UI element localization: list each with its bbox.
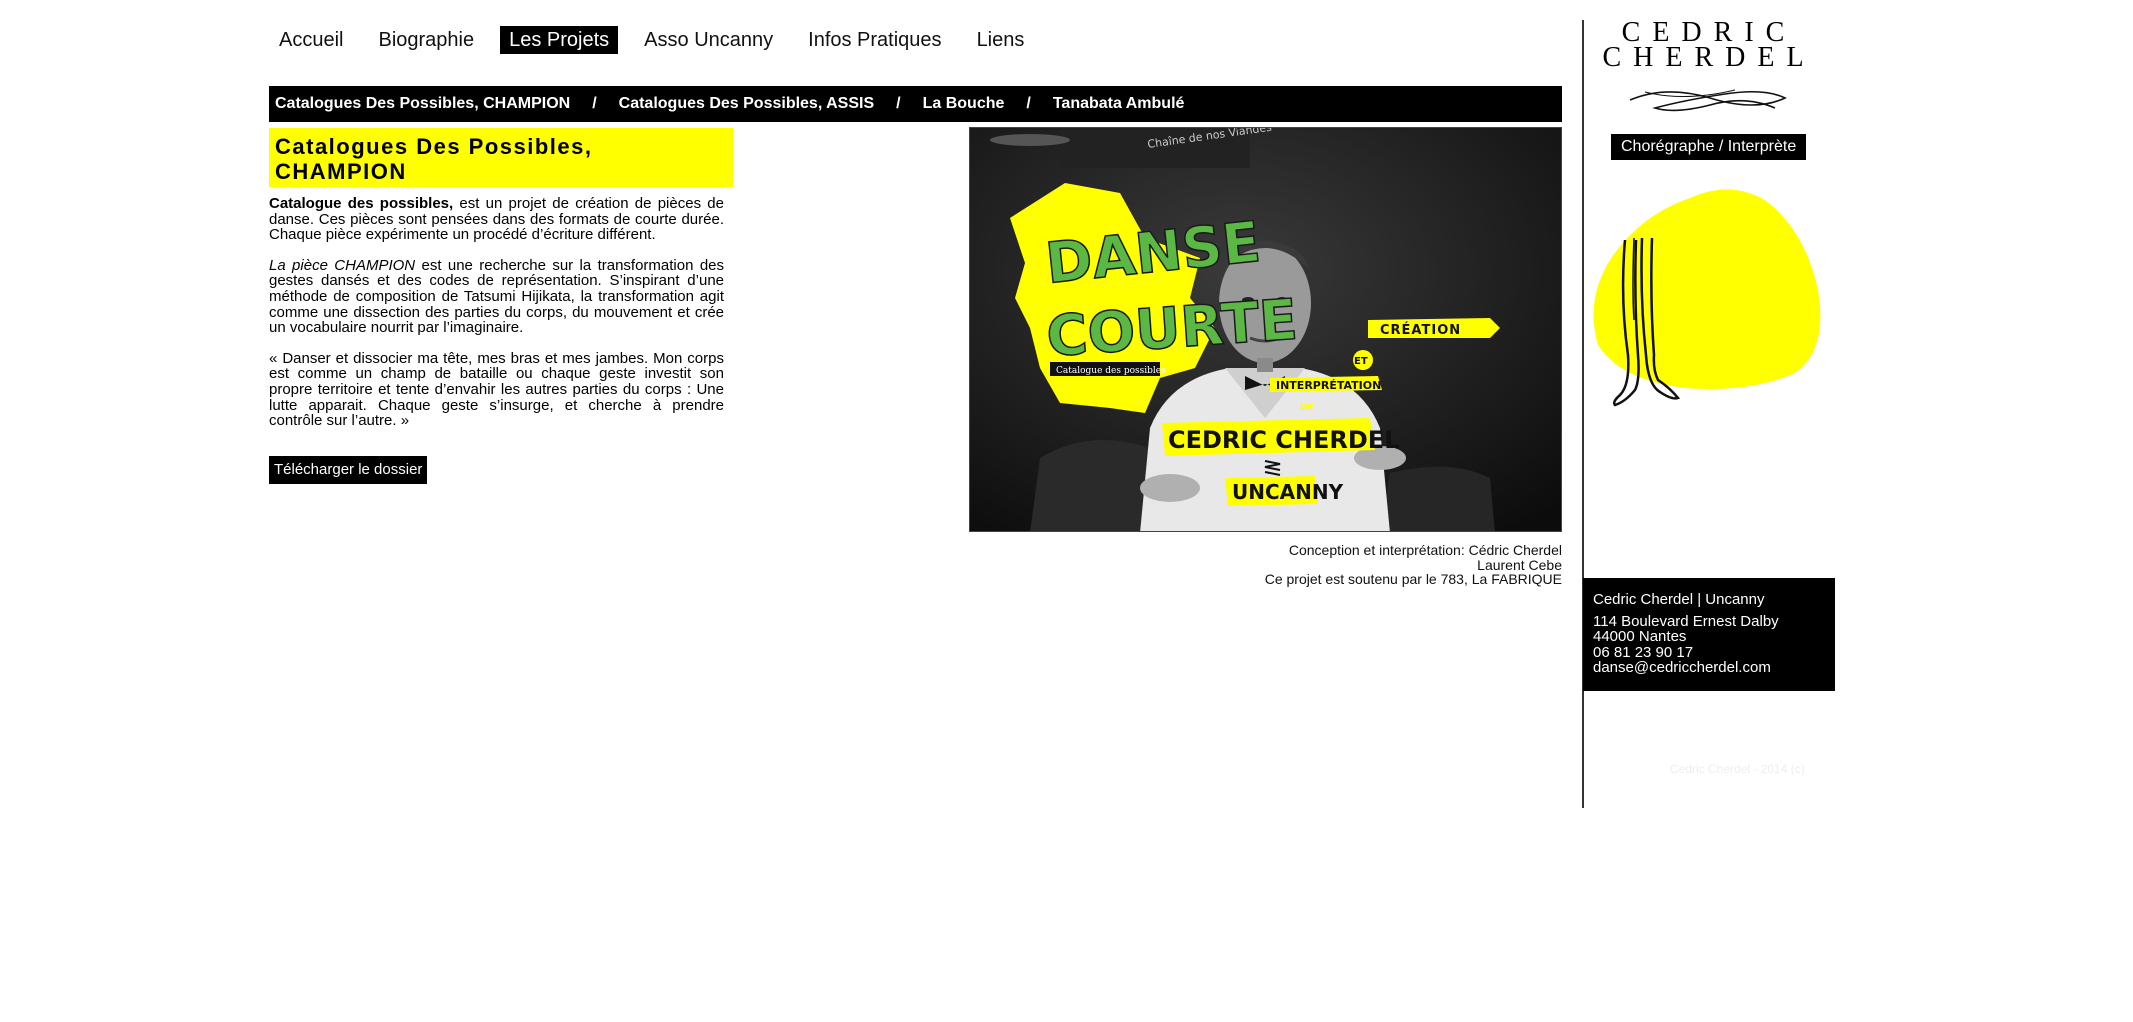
role-badge: Chorégraphe / Interprète [1611, 134, 1807, 160]
nav-item-asso-uncanny[interactable]: Asso Uncanny [635, 26, 782, 54]
article-paragraph-2: La pièce CHAMPION est une recherche sur … [269, 256, 724, 336]
article-p2-italic: La pièce CHAMPION [269, 256, 416, 274]
article-paragraph-3: « Danser et dissocier ma tête, mes bras … [269, 349, 724, 430]
subnav-separator: / [592, 95, 597, 112]
subnav-item-tanabata[interactable]: Tanabata Ambulé [1053, 95, 1185, 113]
poster-name: CEDRIC CHERDEL [1168, 426, 1400, 454]
subnav-separator: / [896, 95, 901, 112]
credit-line-2: Laurent Cebe [1477, 556, 1562, 573]
nav-item-accueil[interactable]: Accueil [270, 26, 352, 54]
page-title: Catalogues Des Possibles, CHAMPION [269, 128, 733, 187]
poster-graphic: Chaîne de nos Viandes DANSE COURTE Catal… [970, 128, 1561, 531]
article-p1-bold: Catalogue des possibles, [269, 195, 454, 212]
poster-subtitle: Catalogue des possibles [1056, 366, 1166, 376]
credits: Conception et interprétation: Cédric Che… [1265, 543, 1562, 587]
contact-org: Cedric Cherdel | Uncanny [1593, 591, 1765, 608]
site-logo[interactable]: CEDRIC CHERDEL [1590, 19, 1828, 73]
poster-de: DE [1300, 403, 1314, 413]
project-poster-image: Chaîne de nos Viandes DANSE COURTE Catal… [969, 127, 1562, 532]
nav-item-biographie[interactable]: Biographie [369, 26, 483, 54]
copyright-note: Cedric Cherdel - 2014 (c) [1670, 762, 1805, 776]
subnav-item-la-bouche[interactable]: La Bouche [923, 95, 1005, 113]
logo-last-name: CHERDEL [1602, 42, 1816, 73]
main-nav: Accueil Biographie Les Projets Asso Unca… [270, 26, 1050, 54]
poster-et: ET [1354, 356, 1368, 367]
legs-illustration [1593, 189, 1821, 407]
poster-interpretation: INTERPRÉTATION [1276, 379, 1381, 392]
contact-address: 114 Boulevard Ernest Dalby [1593, 612, 1779, 630]
download-dossier-button[interactable]: Télécharger le dossier [269, 456, 428, 484]
credit-line-1: Conception et interprétation: Cédric Che… [1288, 542, 1562, 558]
subnav-item-assis[interactable]: Catalogues Des Possibles, ASSIS [619, 95, 875, 113]
nav-item-infos-pratiques[interactable]: Infos Pratiques [799, 26, 950, 54]
contact-phone: 06 81 23 90 17 [1593, 643, 1694, 661]
logo-scribble-icon [1629, 89, 1787, 112]
subnav-separator: / [1026, 95, 1031, 112]
project-subnav: Catalogues Des Possibles, CHAMPION / Cat… [269, 86, 1562, 122]
nav-item-les-projets[interactable]: Les Projets [500, 26, 619, 54]
subnav-item-champion[interactable]: Catalogues Des Possibles, CHAMPION [275, 95, 570, 113]
contact-city: 44000 Nantes [1593, 628, 1687, 645]
poster-creation: CRÉATION [1380, 322, 1461, 338]
credit-line-3: Ce projet est soutenu par le 783, La FAB… [1264, 571, 1562, 587]
contact-email-link[interactable]: danse@cedriccherdel.com [1593, 660, 1825, 676]
nav-item-liens[interactable]: Liens [968, 26, 1034, 54]
page-title-line1: Catalogues Des Possibles, [275, 134, 593, 159]
page-title-line2: CHAMPION [275, 159, 407, 184]
article-paragraph-1: Catalogue des possibles, est un projet d… [269, 196, 724, 243]
poster-company: UNCANNY [1232, 480, 1344, 504]
article-body: Catalogue des possibles, est un projet d… [269, 196, 724, 439]
page: Accueil Biographie Les Projets Asso Unca… [0, 0, 2133, 1022]
contact-block: Cedric Cherdel | Uncanny 114 Boulevard E… [1583, 578, 1835, 691]
